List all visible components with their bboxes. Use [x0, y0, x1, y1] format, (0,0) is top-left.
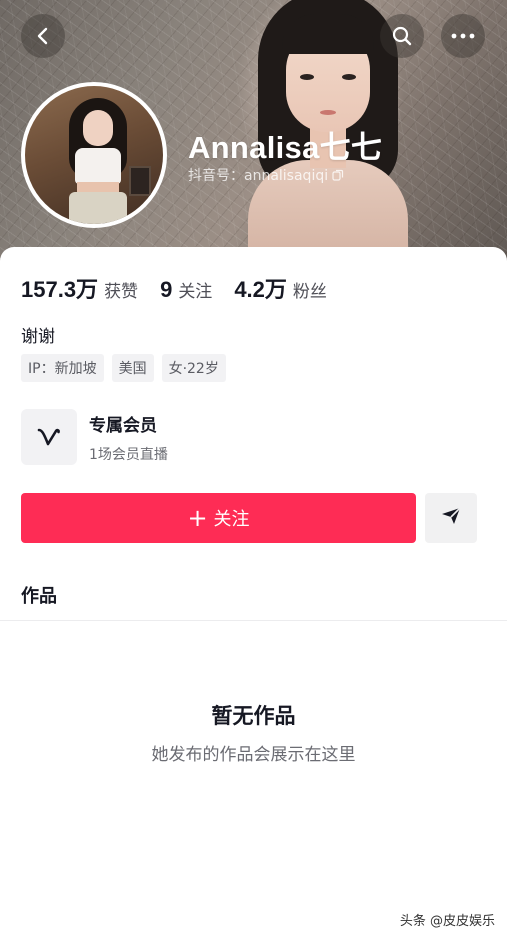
- profile-sheet: [0, 247, 507, 936]
- stat-value: 9: [160, 277, 173, 302]
- more-dots-icon: [451, 33, 475, 39]
- share-button[interactable]: [425, 493, 477, 543]
- follow-button[interactable]: + 关注: [21, 493, 416, 543]
- copy-icon[interactable]: [332, 169, 344, 181]
- douyin-id-text: 抖音号：annalisaqiqi: [188, 168, 329, 184]
- divider: [0, 620, 507, 621]
- search-icon: [391, 25, 413, 47]
- follow-label: 关注: [213, 509, 250, 530]
- back-button[interactable]: [21, 14, 65, 58]
- chevron-left-icon: [33, 26, 53, 46]
- stat-label: 关注: [178, 282, 213, 302]
- stat-label: 粉丝: [292, 282, 327, 302]
- stats-row: 157.3万 获赞 9 关注 4.2万 粉丝: [21, 272, 349, 304]
- tag-gender-age: 女·22岁: [161, 354, 226, 382]
- tag-ip: IP：新加坡: [21, 354, 104, 382]
- stat-label: 获赞: [104, 282, 139, 302]
- search-button[interactable]: [380, 14, 424, 58]
- empty-state-subtitle: 她发布的作品会展示在这里: [151, 745, 356, 765]
- username: Annalisa七七: [188, 130, 383, 165]
- empty-state-title: 暂无作品: [211, 704, 296, 728]
- profile-tags: IP：新加坡 美国 女·22岁: [21, 354, 226, 382]
- tab-works[interactable]: 作品: [21, 582, 57, 608]
- plus-icon: +: [187, 504, 208, 532]
- stat-value: 4.2万: [234, 277, 287, 302]
- stat-following[interactable]: 9 关注: [160, 277, 212, 303]
- more-button[interactable]: [441, 14, 485, 58]
- tag-location: 美国: [111, 354, 154, 382]
- douyin-id[interactable]: 抖音号：annalisaqiqi: [188, 165, 344, 185]
- watermark: 头条 @皮皮娱乐: [399, 914, 495, 929]
- stat-value: 157.3万: [21, 277, 99, 302]
- membership-entry[interactable]: 专属会员 1场会员直播: [21, 409, 168, 465]
- membership-title: 专属会员: [89, 415, 157, 436]
- bio-text: 谢谢: [21, 327, 55, 347]
- stat-followers[interactable]: 4.2万 粉丝: [234, 272, 327, 304]
- stat-likes[interactable]: 157.3万 获赞: [21, 272, 138, 304]
- send-arrow-icon: [440, 506, 462, 530]
- membership-subtitle: 1场会员直播: [89, 446, 168, 463]
- v-membership-icon: [21, 409, 77, 465]
- avatar[interactable]: [21, 82, 167, 228]
